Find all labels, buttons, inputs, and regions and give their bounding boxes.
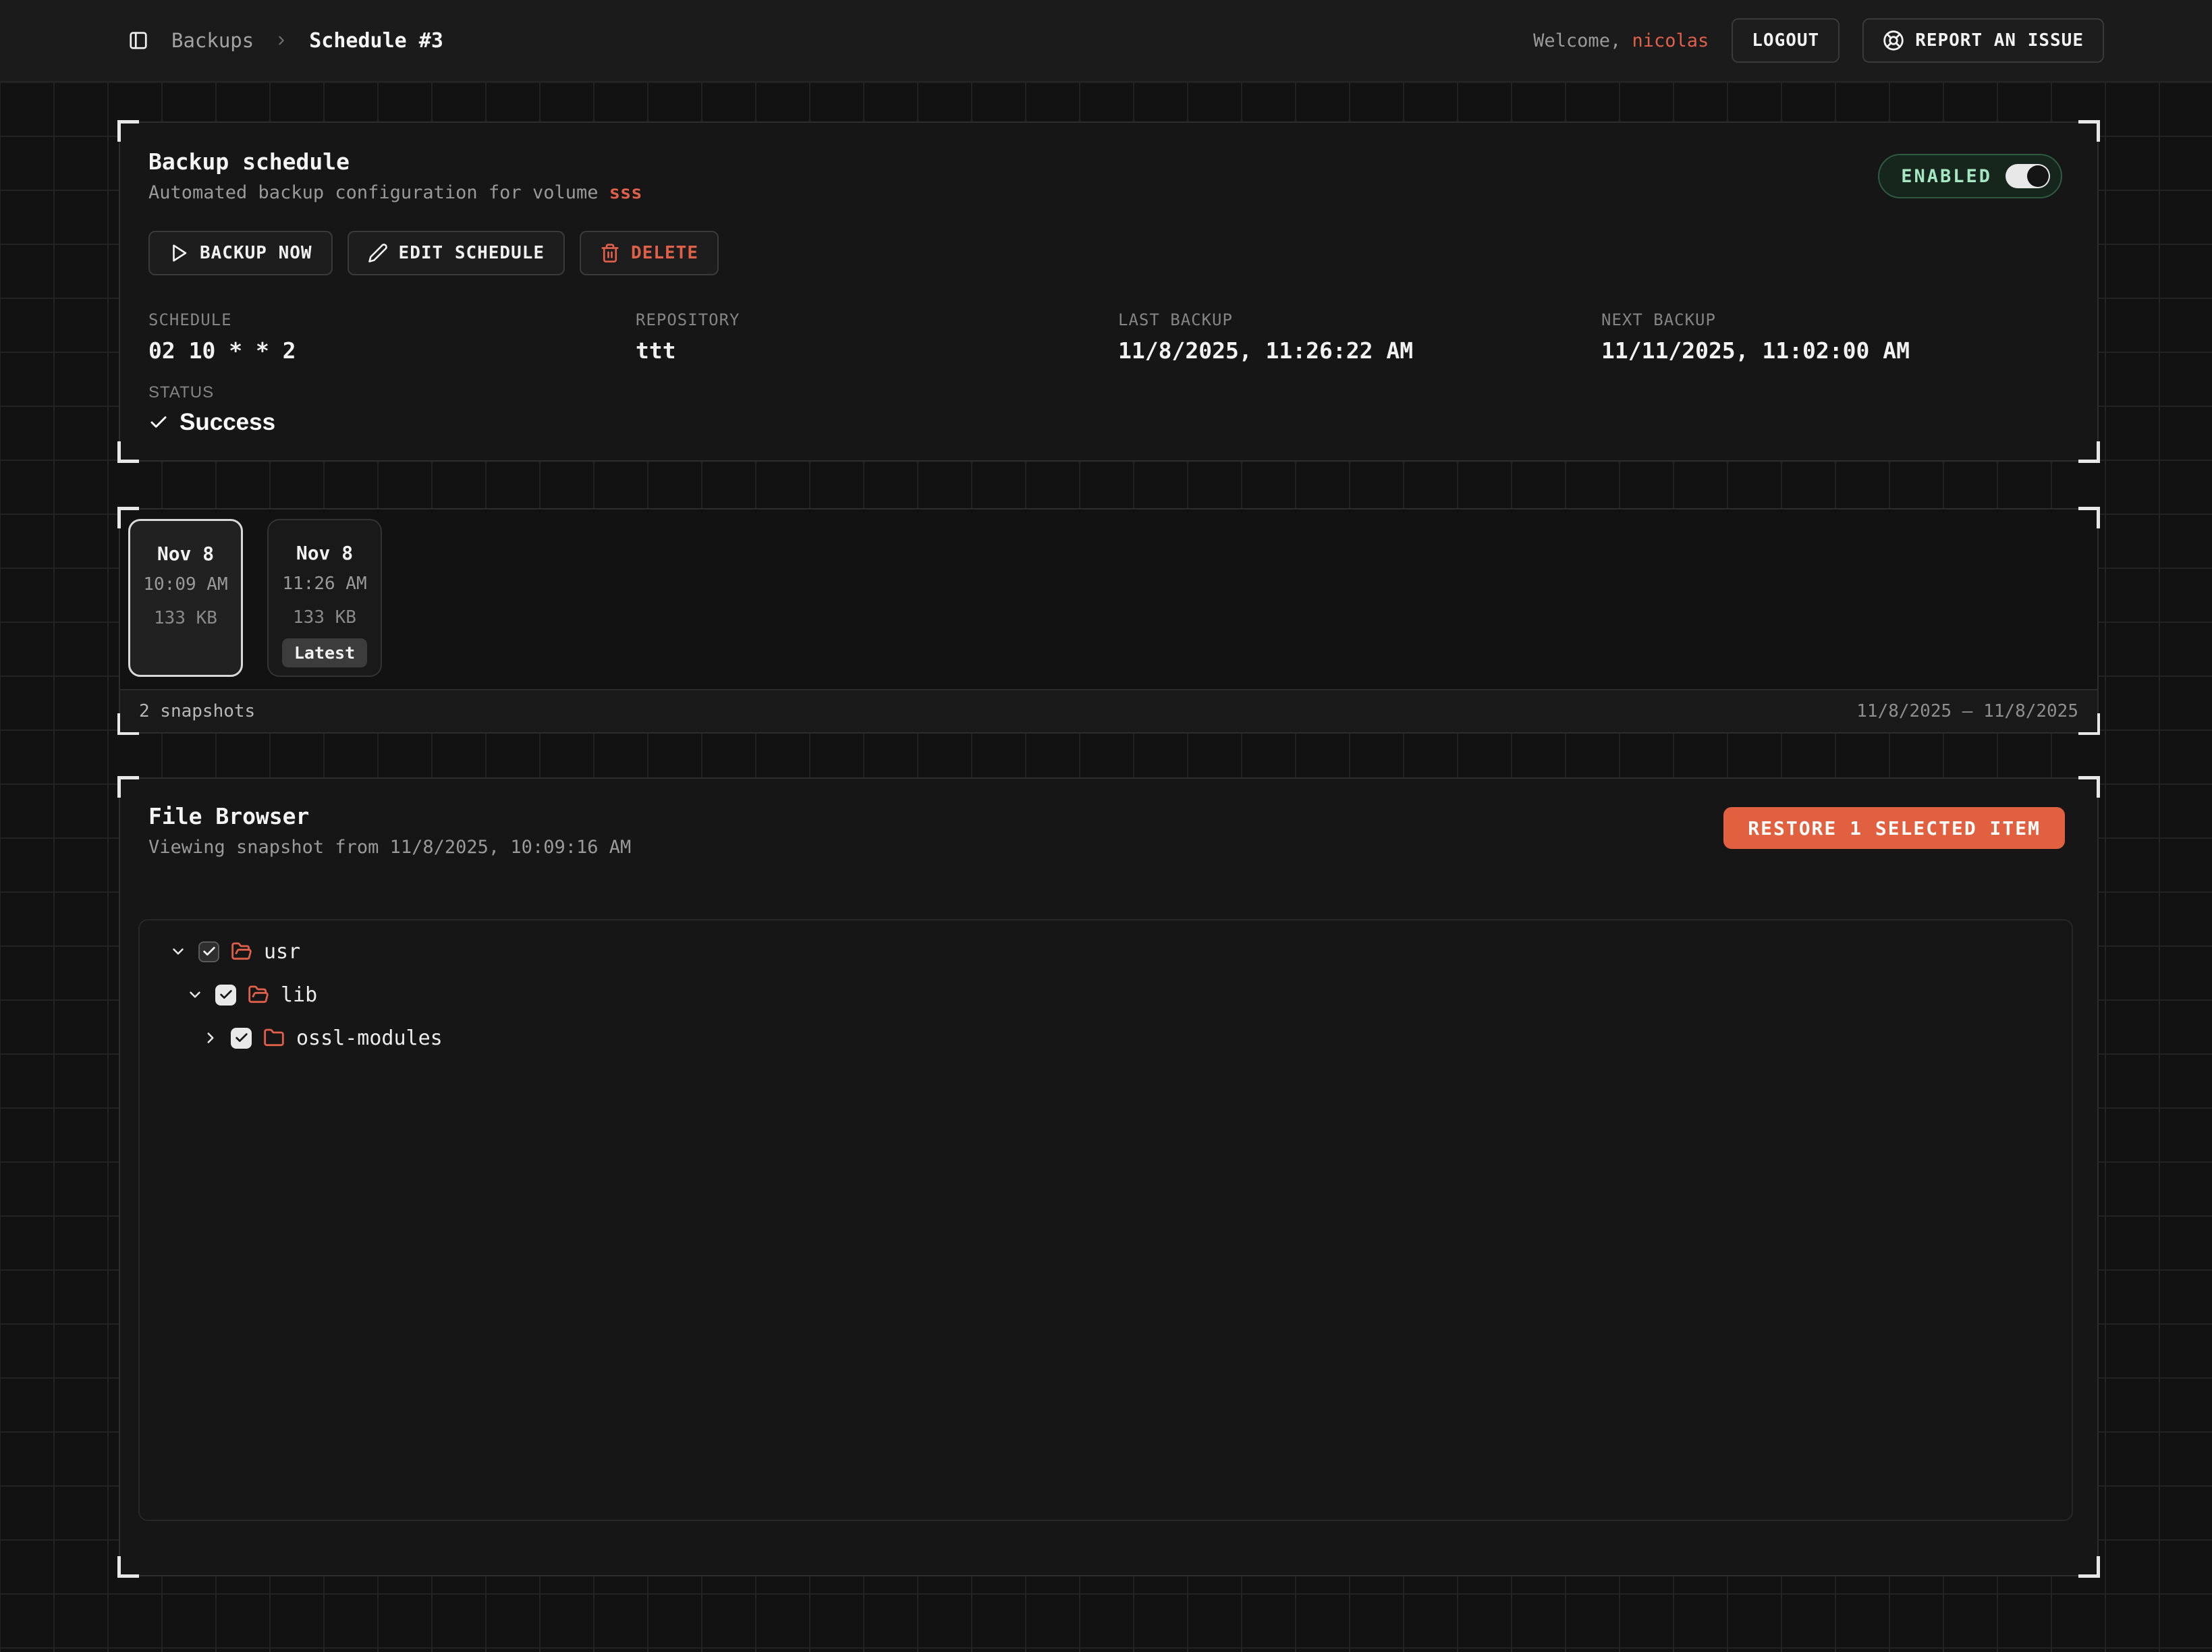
- file-tree: usr lib ossl-modules: [138, 919, 2073, 1521]
- corner-bracket: [2078, 120, 2100, 142]
- welcome-text: Welcome, nicolas: [1533, 30, 1709, 51]
- backup-now-label: BACKUP NOW: [200, 243, 312, 263]
- breadcrumb-backups[interactable]: Backups: [171, 29, 254, 52]
- folder-icon: [263, 1027, 285, 1049]
- file-browser-title: File Browser: [148, 803, 309, 829]
- status-label: STATUS: [148, 383, 275, 402]
- snapshot-size: 133 KB: [154, 608, 217, 628]
- delete-button[interactable]: DELETE: [580, 231, 719, 275]
- chevron-right-icon: [274, 33, 289, 48]
- tree-label: ossl-modules: [296, 1026, 443, 1050]
- logout-label: LOGOUT: [1752, 30, 1819, 51]
- enabled-label: ENABLED: [1901, 166, 1992, 187]
- edit-schedule-label: EDIT SCHEDULE: [399, 243, 545, 263]
- volume-name: sss: [609, 182, 642, 203]
- sidebar-toggle-button[interactable]: [128, 30, 148, 51]
- username: nicolas: [1632, 30, 1709, 51]
- file-browser-subtitle: Viewing snapshot from 11/8/2025, 10:09:1…: [148, 837, 631, 858]
- panel-subtitle: Automated backup configuration for volum…: [148, 182, 642, 203]
- checkbox-ossl-modules[interactable]: [231, 1028, 252, 1049]
- panel-left-icon: [128, 30, 148, 51]
- field-repository: REPOSITORY ttt: [636, 310, 1118, 364]
- snapshot-size: 133 KB: [293, 607, 356, 628]
- trash-icon: [600, 243, 620, 263]
- edit-schedule-button[interactable]: EDIT SCHEDULE: [348, 231, 565, 275]
- field-label: NEXT BACKUP: [1601, 310, 1910, 329]
- snapshot-cards: Nov 8 10:09 AM 133 KB Nov 8 11:26 AM 133…: [128, 519, 382, 677]
- corner-bracket: [2078, 1556, 2100, 1578]
- snapshot-date: Nov 8: [157, 543, 214, 565]
- pencil-icon: [368, 243, 388, 263]
- tree-row-usr[interactable]: usr: [140, 930, 2072, 973]
- field-value: 02 10 * * 2: [148, 337, 636, 364]
- field-schedule: SCHEDULE 02 10 * * 2: [148, 310, 636, 364]
- field-value: 11/11/2025, 11:02:00 AM: [1601, 337, 1910, 364]
- chevron-right-icon[interactable]: [202, 1029, 219, 1047]
- field-status: STATUS Success: [148, 383, 275, 436]
- breadcrumb: Backups Schedule #3: [171, 29, 443, 53]
- field-label: SCHEDULE: [148, 310, 636, 329]
- field-label: REPOSITORY: [636, 310, 1118, 329]
- backup-schedule-panel: Backup schedule Automated backup configu…: [119, 121, 2099, 462]
- tree-label: lib: [281, 983, 317, 1007]
- field-value: 11/8/2025, 11:26:22 AM: [1118, 337, 1601, 364]
- play-icon: [169, 243, 189, 263]
- folder-open-icon: [248, 984, 269, 1006]
- tree-row-ossl-modules[interactable]: ossl-modules: [140, 1016, 2072, 1059]
- toggle-switch[interactable]: [2006, 164, 2050, 188]
- backup-now-button[interactable]: BACKUP NOW: [148, 231, 333, 275]
- corner-bracket: [117, 776, 139, 798]
- enabled-toggle[interactable]: ENABLED: [1878, 154, 2062, 198]
- breadcrumb-current: Schedule #3: [309, 29, 443, 53]
- chevron-down-icon[interactable]: [169, 943, 187, 960]
- snapshots-footer: 2 snapshots 11/8/2025 – 11/8/2025: [120, 689, 2097, 732]
- top-bar: Backups Schedule #3 Welcome, nicolas LOG…: [0, 0, 2212, 82]
- snapshot-time: 11:26 AM: [282, 574, 366, 594]
- snapshot-card[interactable]: Nov 8 11:26 AM 133 KB Latest: [267, 519, 382, 677]
- snapshot-date-range: 11/8/2025 – 11/8/2025: [1856, 701, 2078, 721]
- corner-bracket: [117, 441, 139, 463]
- logout-button[interactable]: LOGOUT: [1732, 18, 1840, 63]
- corner-bracket: [117, 120, 139, 142]
- field-next-backup: NEXT BACKUP 11/11/2025, 11:02:00 AM: [1601, 310, 1910, 364]
- report-issue-button[interactable]: REPORT AN ISSUE: [1862, 18, 2104, 63]
- schedule-fields: SCHEDULE 02 10 * * 2 REPOSITORY ttt LAST…: [148, 310, 1910, 364]
- snapshot-count: 2 snapshots: [139, 701, 255, 721]
- snapshot-date: Nov 8: [296, 542, 353, 564]
- snapshot-card-selected[interactable]: Nov 8 10:09 AM 133 KB: [128, 519, 243, 677]
- snapshots-panel: Nov 8 10:09 AM 133 KB Nov 8 11:26 AM 133…: [119, 508, 2099, 734]
- field-label: LAST BACKUP: [1118, 310, 1601, 329]
- file-browser-panel: File Browser Viewing snapshot from 11/8/…: [119, 777, 2099, 1576]
- panel-title: Backup schedule: [148, 148, 350, 175]
- action-buttons: BACKUP NOW EDIT SCHEDULE DELETE: [148, 231, 719, 275]
- checkbox-lib[interactable]: [215, 985, 236, 1006]
- snapshot-time: 10:09 AM: [143, 574, 227, 595]
- welcome-prefix: Welcome,: [1533, 30, 1621, 51]
- corner-bracket: [2078, 441, 2100, 463]
- restore-button[interactable]: RESTORE 1 SELECTED ITEM: [1723, 807, 2065, 849]
- field-value: ttt: [636, 337, 1118, 364]
- chevron-down-icon[interactable]: [186, 986, 204, 1003]
- checkbox-usr[interactable]: [198, 941, 219, 962]
- toggle-knob: [2027, 165, 2049, 187]
- status-value: Success: [179, 409, 275, 436]
- tree-row-lib[interactable]: lib: [140, 973, 2072, 1016]
- tree-label: usr: [264, 940, 300, 964]
- life-buoy-icon: [1883, 30, 1904, 51]
- folder-open-icon: [231, 941, 252, 962]
- field-last-backup: LAST BACKUP 11/8/2025, 11:26:22 AM: [1118, 310, 1601, 364]
- report-issue-label: REPORT AN ISSUE: [1915, 30, 2084, 51]
- latest-badge: Latest: [282, 638, 367, 667]
- corner-bracket: [117, 1556, 139, 1578]
- corner-bracket: [2078, 507, 2100, 528]
- corner-bracket: [2078, 776, 2100, 798]
- check-icon: [148, 412, 169, 433]
- delete-label: DELETE: [631, 243, 698, 263]
- subtitle-prefix: Automated backup configuration for volum…: [148, 182, 609, 203]
